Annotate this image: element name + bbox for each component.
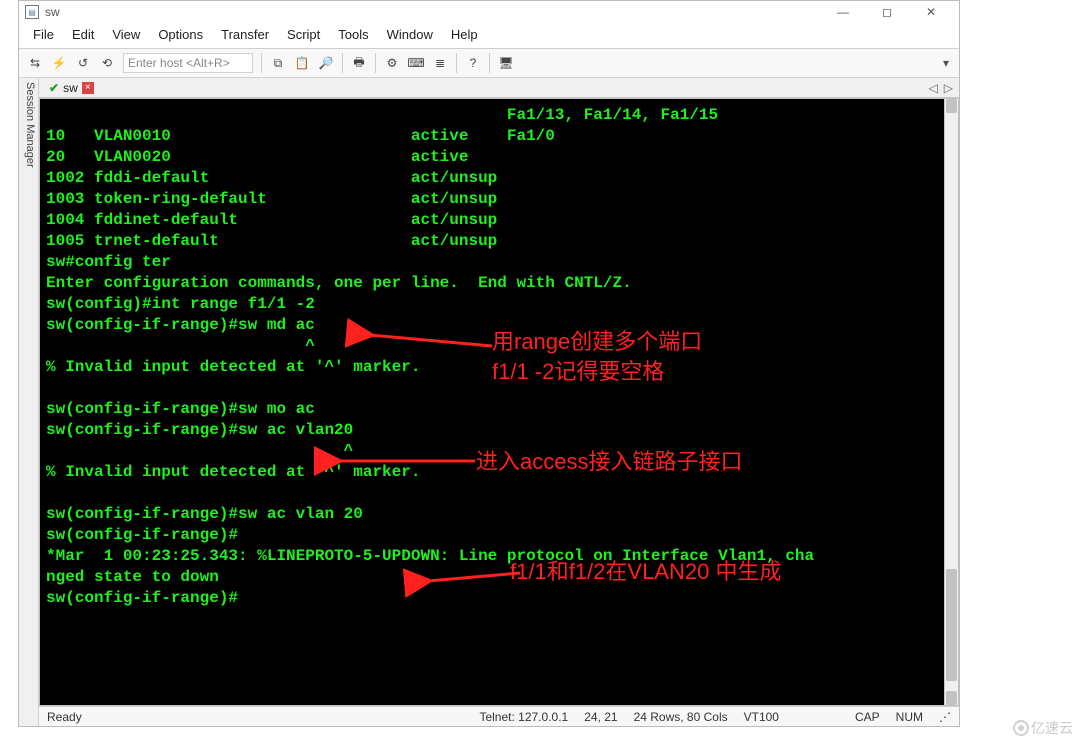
status-num: NUM — [888, 710, 931, 724]
status-dimensions: 24 Rows, 80 Cols — [626, 710, 736, 724]
resize-grip-icon[interactable]: ⋰ — [931, 710, 959, 724]
app-window: ▤ sw — ◻ ✕ File Edit View Options Transf… — [18, 0, 960, 727]
terminal-container: Fa1/13, Fa1/14, Fa1/15 10 VLAN0010 activ… — [39, 98, 959, 706]
menu-options[interactable]: Options — [150, 25, 211, 44]
vertical-scrollbar[interactable] — [944, 99, 958, 705]
tab-connected-icon: ✔ — [49, 81, 59, 95]
minimize-button[interactable]: — — [821, 2, 865, 22]
menu-script[interactable]: Script — [279, 25, 328, 44]
client-area: Session Manager ✔ sw × ◁ ▷ Fa1 — [19, 78, 959, 726]
annotation-vlan20: f1/1和f1/2在VLAN20 中生成 — [510, 557, 781, 587]
menu-help[interactable]: Help — [443, 25, 486, 44]
options-icon[interactable]: ⚙ — [381, 52, 403, 74]
tab-prev-icon[interactable]: ◁ — [929, 81, 938, 95]
status-ready: Ready — [39, 710, 90, 724]
host-input[interactable]: Enter host <Alt+R> — [123, 53, 253, 73]
menu-edit[interactable]: Edit — [64, 25, 102, 44]
host-placeholder: Enter host <Alt+R> — [128, 56, 230, 70]
copy-icon[interactable]: ⧉ — [267, 52, 289, 74]
separator — [489, 53, 490, 73]
workarea: ✔ sw × ◁ ▷ Fa1/13, Fa1/14, Fa1/15 10 VLA… — [39, 78, 959, 726]
scroll-down-icon[interactable] — [946, 691, 957, 705]
close-button[interactable]: ✕ — [909, 2, 953, 22]
watermark: 亿速云 — [1013, 718, 1073, 738]
paste-icon[interactable]: 📋 — [291, 52, 313, 74]
window-title: sw — [45, 5, 60, 19]
menu-view[interactable]: View — [104, 25, 148, 44]
help-icon[interactable]: ? — [462, 52, 484, 74]
annotation-access: 进入access接入链路子接口 — [476, 447, 742, 477]
session-tabbar: ✔ sw × ◁ ▷ — [39, 78, 959, 98]
connect-icon[interactable]: ⇆ — [24, 52, 46, 74]
titlebar: ▤ sw — ◻ ✕ — [19, 1, 959, 23]
status-connection: Telnet: 127.0.0.1 — [471, 710, 576, 724]
statusbar: Ready Telnet: 127.0.0.1 24, 21 24 Rows, … — [39, 706, 959, 726]
keyboard-icon[interactable]: ⌨ — [405, 52, 427, 74]
separator — [261, 53, 262, 73]
watermark-text: 亿速云 — [1031, 718, 1073, 738]
scroll-up-icon[interactable] — [946, 99, 957, 113]
tab-next-icon[interactable]: ▷ — [944, 81, 953, 95]
maximize-button[interactable]: ◻ — [865, 2, 909, 22]
status-emulation: VT100 — [736, 710, 787, 724]
session-manager-sidebar[interactable]: Session Manager — [19, 78, 39, 726]
watermark-logo-icon — [1013, 720, 1029, 736]
print-icon[interactable]: 🖶 — [348, 52, 370, 74]
disconnect-icon[interactable]: ⟲ — [96, 52, 118, 74]
script-icon[interactable]: ≣ — [429, 52, 451, 74]
toolbar: ⇆ ⚡ ↺ ⟲ Enter host <Alt+R> ⧉ 📋 🔎 🖶 ⚙ ⌨ ≣… — [19, 48, 959, 78]
reconnect-icon[interactable]: ↺ — [72, 52, 94, 74]
tab-close-icon[interactable]: × — [82, 82, 94, 94]
menubar: File Edit View Options Transfer Script T… — [19, 23, 959, 48]
menu-transfer[interactable]: Transfer — [213, 25, 277, 44]
separator — [456, 53, 457, 73]
menu-window[interactable]: Window — [379, 25, 441, 44]
scroll-thumb[interactable] — [946, 569, 957, 681]
toolbar-overflow-icon[interactable]: ▾ — [937, 56, 955, 70]
session-tab-sw[interactable]: ✔ sw × — [43, 80, 100, 96]
status-cursor: 24, 21 — [576, 710, 625, 724]
find-icon[interactable]: 🔎 — [315, 52, 337, 74]
menu-file[interactable]: File — [25, 25, 62, 44]
sftp-icon[interactable]: 🖥 — [495, 52, 517, 74]
status-caps: CAP — [847, 710, 888, 724]
tab-label: sw — [63, 81, 78, 95]
separator — [342, 53, 343, 73]
tab-nav: ◁ ▷ — [929, 81, 955, 95]
app-icon: ▤ — [25, 5, 39, 19]
menu-tools[interactable]: Tools — [330, 25, 376, 44]
annotation-range: 用range创建多个端口 f1/1 -2记得要空格 — [492, 327, 702, 386]
quick-connect-icon[interactable]: ⚡ — [48, 52, 70, 74]
separator — [375, 53, 376, 73]
terminal-output[interactable]: Fa1/13, Fa1/14, Fa1/15 10 VLAN0010 activ… — [40, 99, 944, 705]
